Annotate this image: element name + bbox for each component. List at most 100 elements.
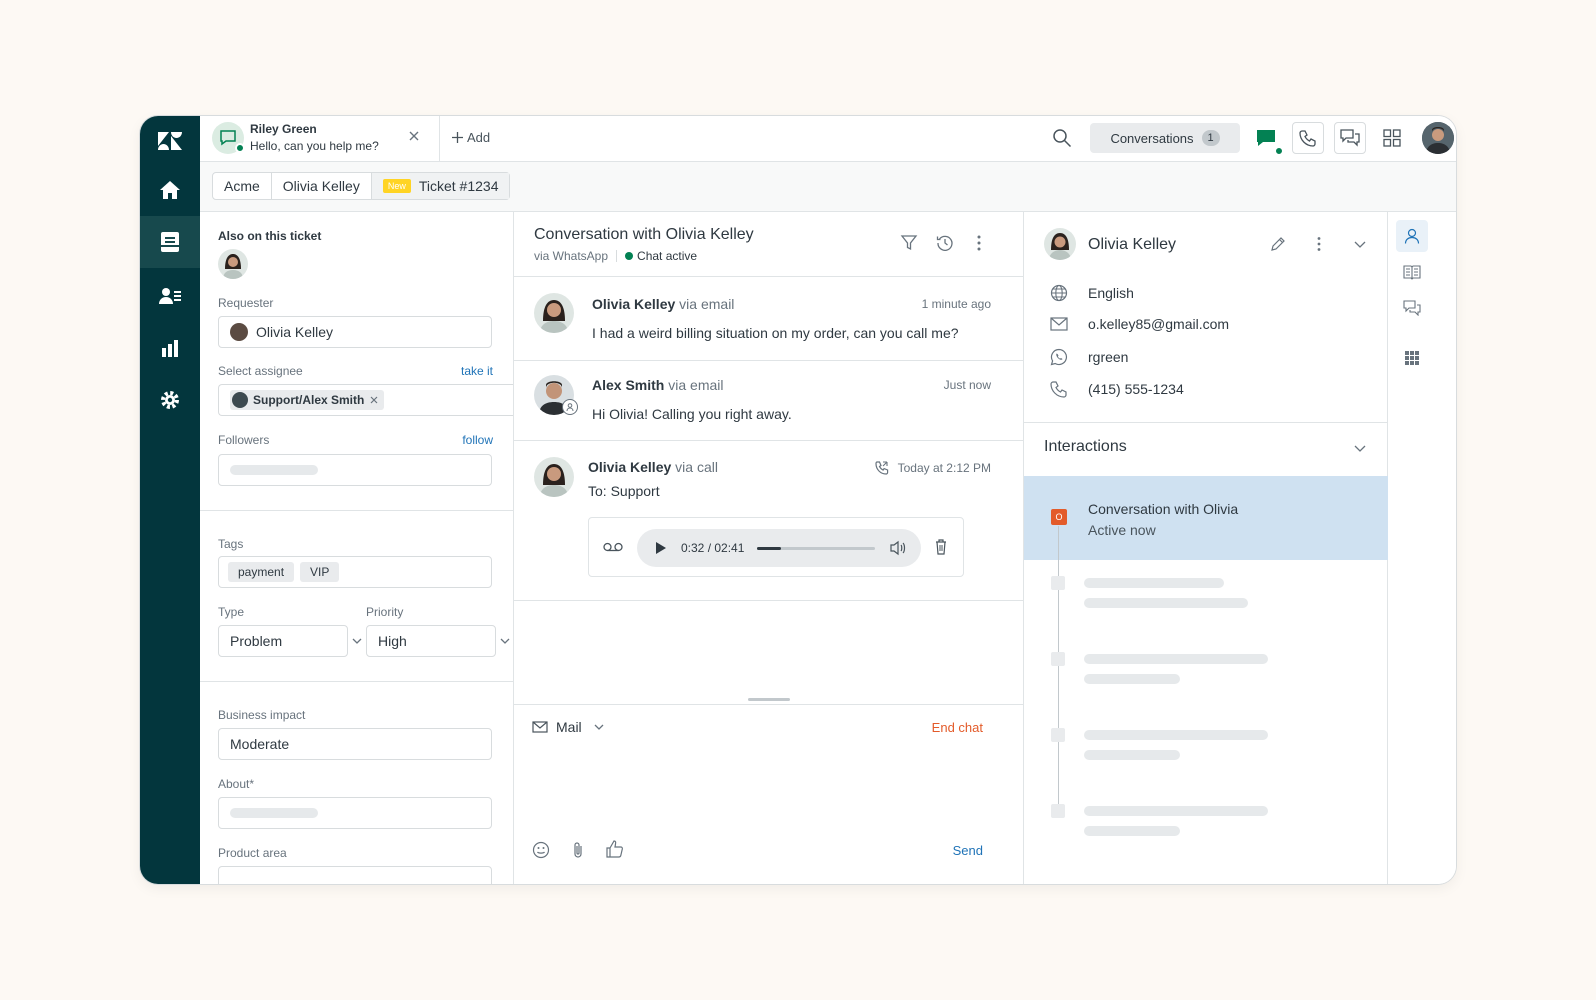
edit-pencil-icon[interactable] (1270, 236, 1286, 252)
chat-tab-message: Hello, can you help me? (250, 139, 379, 153)
chat-active-dot (625, 252, 634, 260)
chevron-down-icon[interactable] (1354, 241, 1366, 248)
interaction-placeholder-line (1084, 730, 1268, 740)
section-divider (1024, 422, 1387, 423)
app-window: Riley Green Hello, can you help me? Add … (140, 116, 1456, 884)
tag-vip[interactable]: VIP (300, 562, 340, 582)
about-field[interactable] (218, 797, 492, 829)
conversations-label: Conversations (1110, 130, 1194, 146)
chat-bubble-icon (212, 122, 245, 154)
breadcrumb-ticket[interactable]: New Ticket #1234 (371, 173, 510, 199)
conversation-subtitle: via WhatsApp Chat active (534, 249, 697, 263)
breadcrumb-org[interactable]: Acme (213, 173, 272, 199)
play-icon[interactable] (655, 541, 667, 555)
tickets-icon[interactable] (140, 216, 200, 268)
section-divider (200, 681, 513, 682)
conversations-count-badge: 1 (1201, 130, 1220, 146)
customer-email[interactable]: o.kelley85@gmail.com (1088, 316, 1229, 332)
message-channel: via email (679, 296, 735, 312)
breadcrumb-requester-label: Olivia Kelley (282, 178, 360, 194)
followers-label: Followers (218, 433, 270, 447)
customer-whatsapp-row: rgreen (1050, 348, 1128, 366)
audio-scrubber[interactable] (757, 547, 875, 550)
assignee-label: Select assignee (218, 364, 303, 378)
customer-phone[interactable]: (415) 555-1234 (1088, 381, 1184, 397)
messaging-online-dot (1274, 146, 1284, 156)
about-placeholder (230, 808, 318, 818)
emoji-icon[interactable] (532, 841, 550, 859)
close-icon[interactable] (406, 128, 422, 144)
channel-selector[interactable]: Mail (532, 719, 604, 735)
chat-icon[interactable] (1334, 122, 1366, 154)
more-options-icon[interactable] (1316, 236, 1322, 252)
conversation-title: Conversation with Olivia Kelley (534, 226, 754, 243)
thumbs-up-icon[interactable] (606, 840, 624, 858)
search-icon[interactable] (1052, 128, 1072, 148)
business-impact-field[interactable]: Moderate (218, 728, 492, 760)
assignee-field[interactable]: Support/Alex Smith (218, 384, 513, 416)
reply-composer: Mail End chat Send (514, 698, 1023, 884)
message-channel: via email (668, 377, 724, 393)
side-conversations-icon[interactable] (1396, 292, 1428, 324)
chevron-down-icon[interactable] (500, 638, 510, 644)
audio-controls: 0:32 / 02:41 (637, 529, 921, 567)
reporting-icon[interactable] (140, 322, 200, 374)
chevron-down-icon[interactable] (352, 638, 362, 644)
knowledge-book-icon[interactable] (1396, 256, 1428, 288)
volume-icon[interactable] (889, 540, 907, 556)
add-tab-button[interactable]: Add (452, 130, 490, 145)
customer-email-row: o.kelley85@gmail.com (1050, 316, 1229, 332)
attachment-icon[interactable] (572, 841, 584, 859)
zendesk-logo-icon[interactable] (155, 126, 185, 156)
chat-tab[interactable]: Riley Green Hello, can you help me? (200, 116, 440, 162)
remove-assignee-icon[interactable] (370, 396, 378, 404)
priority-label: Priority (366, 605, 404, 619)
message-sender-name: Olivia Kelley (592, 296, 676, 312)
followers-field[interactable] (218, 454, 492, 486)
requester-field[interactable]: Olivia Kelley (218, 316, 492, 348)
interaction-placeholder-line (1084, 654, 1268, 664)
tag-payment[interactable]: payment (228, 562, 295, 582)
take-it-link[interactable]: take it (461, 364, 493, 378)
conversation-panel: Conversation with Olivia Kelley via What… (514, 212, 1024, 884)
customer-profile-icon[interactable] (1396, 220, 1428, 252)
chevron-down-icon[interactable] (1354, 445, 1366, 452)
filter-icon[interactable] (900, 234, 918, 252)
product-area-field[interactable] (218, 866, 492, 884)
settings-gear-icon[interactable] (140, 374, 200, 426)
follow-link[interactable]: follow (462, 433, 493, 447)
history-icon[interactable] (936, 234, 954, 252)
add-tab-label: Add (467, 130, 491, 145)
chat-tab-name: Riley Green (250, 122, 317, 136)
priority-select[interactable]: High (366, 625, 496, 657)
apps-grid-icon[interactable] (1396, 342, 1428, 374)
conversations-button[interactable]: Conversations 1 (1090, 123, 1240, 153)
apps-grid-icon[interactable] (1376, 122, 1408, 154)
tags-field[interactable]: payment VIP (218, 556, 492, 588)
user-avatar[interactable] (1422, 122, 1454, 154)
mail-icon (1050, 317, 1068, 331)
home-icon[interactable] (140, 164, 200, 216)
phone-icon[interactable] (1292, 122, 1324, 154)
customers-icon[interactable] (140, 270, 200, 322)
requester-label: Requester (218, 296, 274, 310)
whatsapp-icon (1050, 348, 1067, 366)
trash-icon[interactable] (935, 539, 947, 555)
assignee-tag: Support/Alex Smith (230, 390, 385, 410)
messaging-status-icon[interactable] (1250, 122, 1284, 156)
audio-player: 0:32 / 02:41 (588, 517, 964, 577)
resize-handle[interactable] (748, 698, 790, 701)
interaction-title: Conversation with Olivia (1088, 501, 1239, 517)
type-select[interactable]: Problem (218, 625, 348, 657)
collaborator-avatar[interactable] (218, 249, 248, 279)
breadcrumb-org-label: Acme (224, 178, 260, 194)
breadcrumb-bar: Acme Olivia Kelley New Ticket #1234 (200, 162, 1456, 212)
more-options-icon[interactable] (976, 234, 982, 252)
end-chat-button[interactable]: End chat (932, 720, 983, 735)
breadcrumb-requester[interactable]: Olivia Kelley (272, 173, 372, 199)
incoming-call-icon (875, 461, 888, 475)
conversation-end-divider (514, 600, 1023, 601)
send-button[interactable]: Send (953, 843, 983, 858)
conversation-channel: via WhatsApp (534, 249, 609, 263)
interaction-item-active[interactable]: O Conversation with Olivia Active now (1024, 476, 1388, 560)
